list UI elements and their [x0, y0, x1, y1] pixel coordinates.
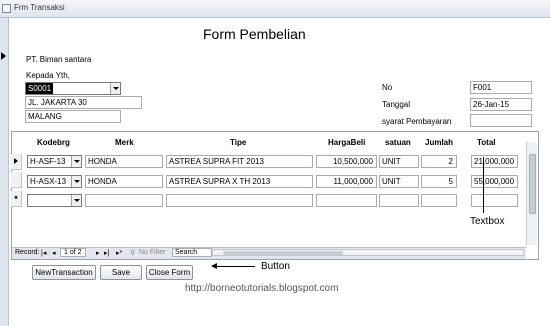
- jumlah-cell[interactable]: 2: [421, 155, 457, 168]
- vertical-scrollbar[interactable]: [526, 142, 537, 245]
- current-record-icon: [1, 52, 6, 60]
- kodebrg-value: H-ASX-13: [30, 177, 67, 186]
- window-titlebar: Frm Transaksi: [0, 0, 550, 18]
- tipe-cell[interactable]: ASTREA SUPRA FIT 2013: [166, 155, 313, 168]
- scroll-thumb[interactable]: [223, 251, 343, 255]
- save-button[interactable]: Save: [100, 265, 142, 280]
- merk-new-cell[interactable]: [85, 194, 163, 207]
- header-kodebrg: Kodebrg: [37, 138, 70, 147]
- record-label: Record:: [15, 249, 40, 256]
- record-position[interactable]: 1 of 2: [60, 248, 86, 257]
- tipe-new-cell[interactable]: [166, 194, 313, 207]
- search-box[interactable]: Search: [172, 248, 213, 257]
- address-field[interactable]: JL. JAKARTA 30: [25, 96, 142, 109]
- satuan-new-cell[interactable]: [379, 194, 419, 207]
- last-record-icon[interactable]: ▸|: [104, 249, 109, 257]
- jumlah-new-cell[interactable]: [421, 194, 457, 207]
- kodebrg-new-combo[interactable]: [27, 194, 82, 207]
- form-title: Form Pembelian: [203, 26, 306, 42]
- watermark-url: http://borneotutorials.blogspot.com: [185, 283, 339, 294]
- header-merk: Merk: [115, 138, 134, 147]
- chevron-down-icon[interactable]: [71, 176, 81, 187]
- payment-label: syarat Pembayaran: [382, 117, 452, 126]
- textbox-annotation: Textbox: [470, 216, 505, 227]
- filter-status[interactable]: No Filter: [139, 249, 165, 256]
- row-selector[interactable]: [11, 154, 22, 170]
- payment-field[interactable]: [470, 114, 532, 127]
- merk-cell[interactable]: HONDA: [85, 155, 163, 168]
- tipe-cell[interactable]: ASTREA SUPRA X TH 2013: [166, 175, 313, 188]
- funnel-icon: ⊽: [130, 250, 136, 257]
- merk-cell[interactable]: HONDA: [85, 175, 163, 188]
- kepada-label: Kepada Yth,: [26, 71, 70, 80]
- chevron-down-icon[interactable]: [110, 83, 120, 94]
- hargabeli-cell[interactable]: 11,000,000: [316, 175, 377, 188]
- total-new-cell[interactable]: [471, 194, 518, 207]
- satuan-cell[interactable]: UNIT: [379, 175, 419, 188]
- header-hargabeli: HargaBeli: [328, 138, 366, 147]
- header-jumlah: Jumlah: [425, 138, 454, 147]
- textbox-pointer-line: [483, 157, 484, 213]
- button-pointer-line: [216, 266, 255, 267]
- total-cell[interactable]: 21,000,000: [471, 155, 518, 168]
- row-selector[interactable]: [11, 172, 22, 188]
- form-icon: [2, 4, 11, 13]
- no-field[interactable]: F001: [470, 81, 532, 94]
- button-annotation: Button: [261, 261, 290, 272]
- window-title: Frm Transaksi: [14, 3, 65, 12]
- hargabeli-cell[interactable]: 10,500,000: [316, 155, 377, 168]
- satuan-cell[interactable]: UNIT: [379, 155, 419, 168]
- first-record-icon[interactable]: |◂: [41, 249, 46, 257]
- tanggal-field[interactable]: 26-Jan-15: [470, 98, 532, 111]
- no-label: No: [382, 83, 393, 92]
- supplier-combo[interactable]: S0001: [25, 82, 121, 95]
- chevron-down-icon[interactable]: [71, 195, 81, 206]
- scroll-thumb[interactable]: [529, 154, 536, 214]
- new-record-selector[interactable]: *: [11, 191, 22, 207]
- supplier-code: S0001: [26, 83, 54, 94]
- kodebrg-combo[interactable]: H-ASX-13: [27, 175, 82, 188]
- hargabeli-new-cell[interactable]: [316, 194, 377, 207]
- horizontal-scrollbar[interactable]: [212, 249, 524, 256]
- jumlah-cell[interactable]: 5: [421, 175, 457, 188]
- form-record-selector[interactable]: [0, 18, 9, 326]
- total-cell[interactable]: 55,000,000: [471, 175, 518, 188]
- close-form-button[interactable]: Close Form: [146, 265, 193, 280]
- new-transaction-button[interactable]: NewTransaction: [32, 265, 96, 280]
- city-field[interactable]: MALANG: [25, 110, 121, 123]
- chevron-down-icon[interactable]: [71, 156, 81, 167]
- header-tipe: Tipe: [230, 138, 247, 147]
- tanggal-label: Tanggal: [382, 100, 411, 109]
- new-record-icon[interactable]: ▸*: [116, 249, 122, 257]
- company-name: PT. Biman santara: [26, 55, 92, 64]
- prev-record-icon[interactable]: ◂: [52, 249, 56, 257]
- header-satuan: satuan: [385, 138, 411, 147]
- kodebrg-value: H-ASF-13: [30, 157, 66, 166]
- next-record-icon[interactable]: ▸: [96, 249, 100, 257]
- kodebrg-combo[interactable]: H-ASF-13: [27, 155, 82, 168]
- header-total: Total: [477, 138, 496, 147]
